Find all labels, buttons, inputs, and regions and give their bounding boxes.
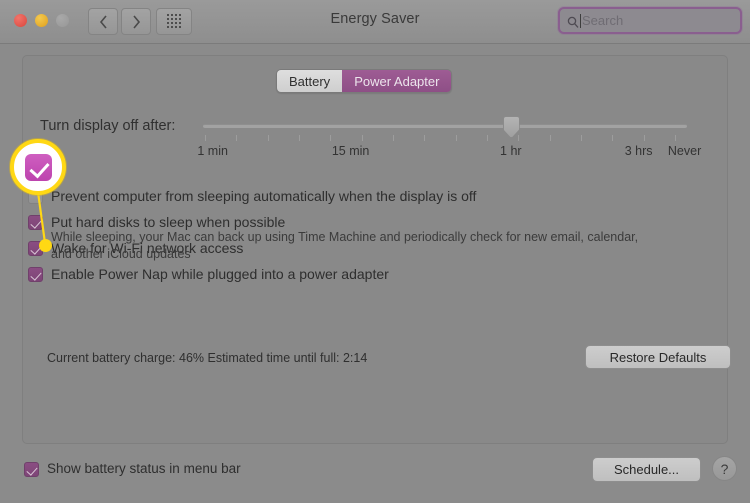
search-field[interactable]: Search (558, 7, 742, 34)
annotation-pointer-dot (39, 239, 52, 252)
slider-tick (299, 135, 300, 141)
option-row-hard-disk-sleep[interactable]: Put hard disks to sleep when possible (28, 214, 285, 230)
option-row-power-nap[interactable]: Enable Power Nap while plugged into a po… (28, 266, 389, 282)
window-titlebar: Energy Saver Search (0, 0, 750, 44)
energy-saver-window: Energy Saver Search Battery Power Adapte… (0, 0, 750, 503)
slider-tick (643, 135, 645, 141)
magnifier-icon (567, 15, 579, 28)
checkbox-show-battery-status[interactable] (24, 462, 39, 477)
slider-tick-label: 1 hr (500, 144, 522, 158)
show-battery-status-label: Show battery status in menu bar (47, 461, 241, 476)
slider-tick-marks (203, 135, 687, 142)
restore-defaults-button[interactable]: Restore Defaults (585, 345, 731, 369)
search-placeholder: Search (582, 13, 624, 28)
slider-tick (236, 135, 238, 141)
slider-tick-label: 15 min (331, 144, 370, 158)
display-sleep-slider[interactable]: 1 min 15 min 1 hr 3 hrs Never (197, 113, 701, 168)
slider-tick-label: Never (667, 144, 702, 158)
slider-tick (455, 135, 457, 141)
slider-tick (267, 135, 269, 141)
help-button[interactable]: ? (712, 456, 737, 481)
option-label: Put hard disks to sleep when possible (51, 214, 286, 230)
slider-track[interactable] (203, 124, 687, 128)
tab-power-adapter[interactable]: Power Adapter (342, 70, 452, 92)
power-nap-description: While sleeping, your Mac can back up usi… (51, 230, 639, 261)
schedule-button[interactable]: Schedule... (592, 457, 701, 482)
option-label: Enable Power Nap while plugged into a po… (51, 266, 389, 282)
slider-tick-label: 3 hrs (624, 144, 653, 158)
option-label: Prevent computer from sleeping automatic… (51, 188, 477, 204)
option-row-prevent-sleep[interactable]: Prevent computer from sleeping automatic… (28, 188, 476, 204)
slider-tick (424, 135, 426, 141)
slider-tick (487, 135, 488, 141)
slider-tick (330, 135, 332, 141)
slider-tick (675, 135, 676, 141)
turn-display-off-label: Turn display off after: (40, 118, 176, 134)
slider-tick (518, 135, 520, 141)
checkbox-hard-disk-sleep[interactable] (28, 215, 43, 230)
annotation-callout-circle (10, 139, 66, 195)
slider-tick (581, 135, 582, 141)
question-mark-icon: ? (720, 460, 729, 477)
slider-tick (361, 135, 363, 141)
show-battery-status-row[interactable]: Show battery status in menu bar (24, 461, 241, 477)
slider-tick (612, 135, 614, 141)
slider-tick (549, 135, 551, 141)
battery-status-text: Current battery charge: 46% Estimated ti… (47, 351, 368, 365)
tab-battery[interactable]: Battery (277, 70, 343, 92)
slider-tick (205, 135, 206, 141)
annotation-checked-checkbox-icon (25, 153, 52, 181)
slider-tick-label: 1 min (197, 144, 228, 158)
checkbox-power-nap[interactable] (28, 267, 43, 282)
text-cursor (580, 13, 581, 28)
slider-tick (393, 135, 394, 141)
tab-bar: Battery Power Adapter (276, 69, 453, 93)
slider-tick-labels: 1 min 15 min 1 hr 3 hrs Never (197, 144, 701, 162)
